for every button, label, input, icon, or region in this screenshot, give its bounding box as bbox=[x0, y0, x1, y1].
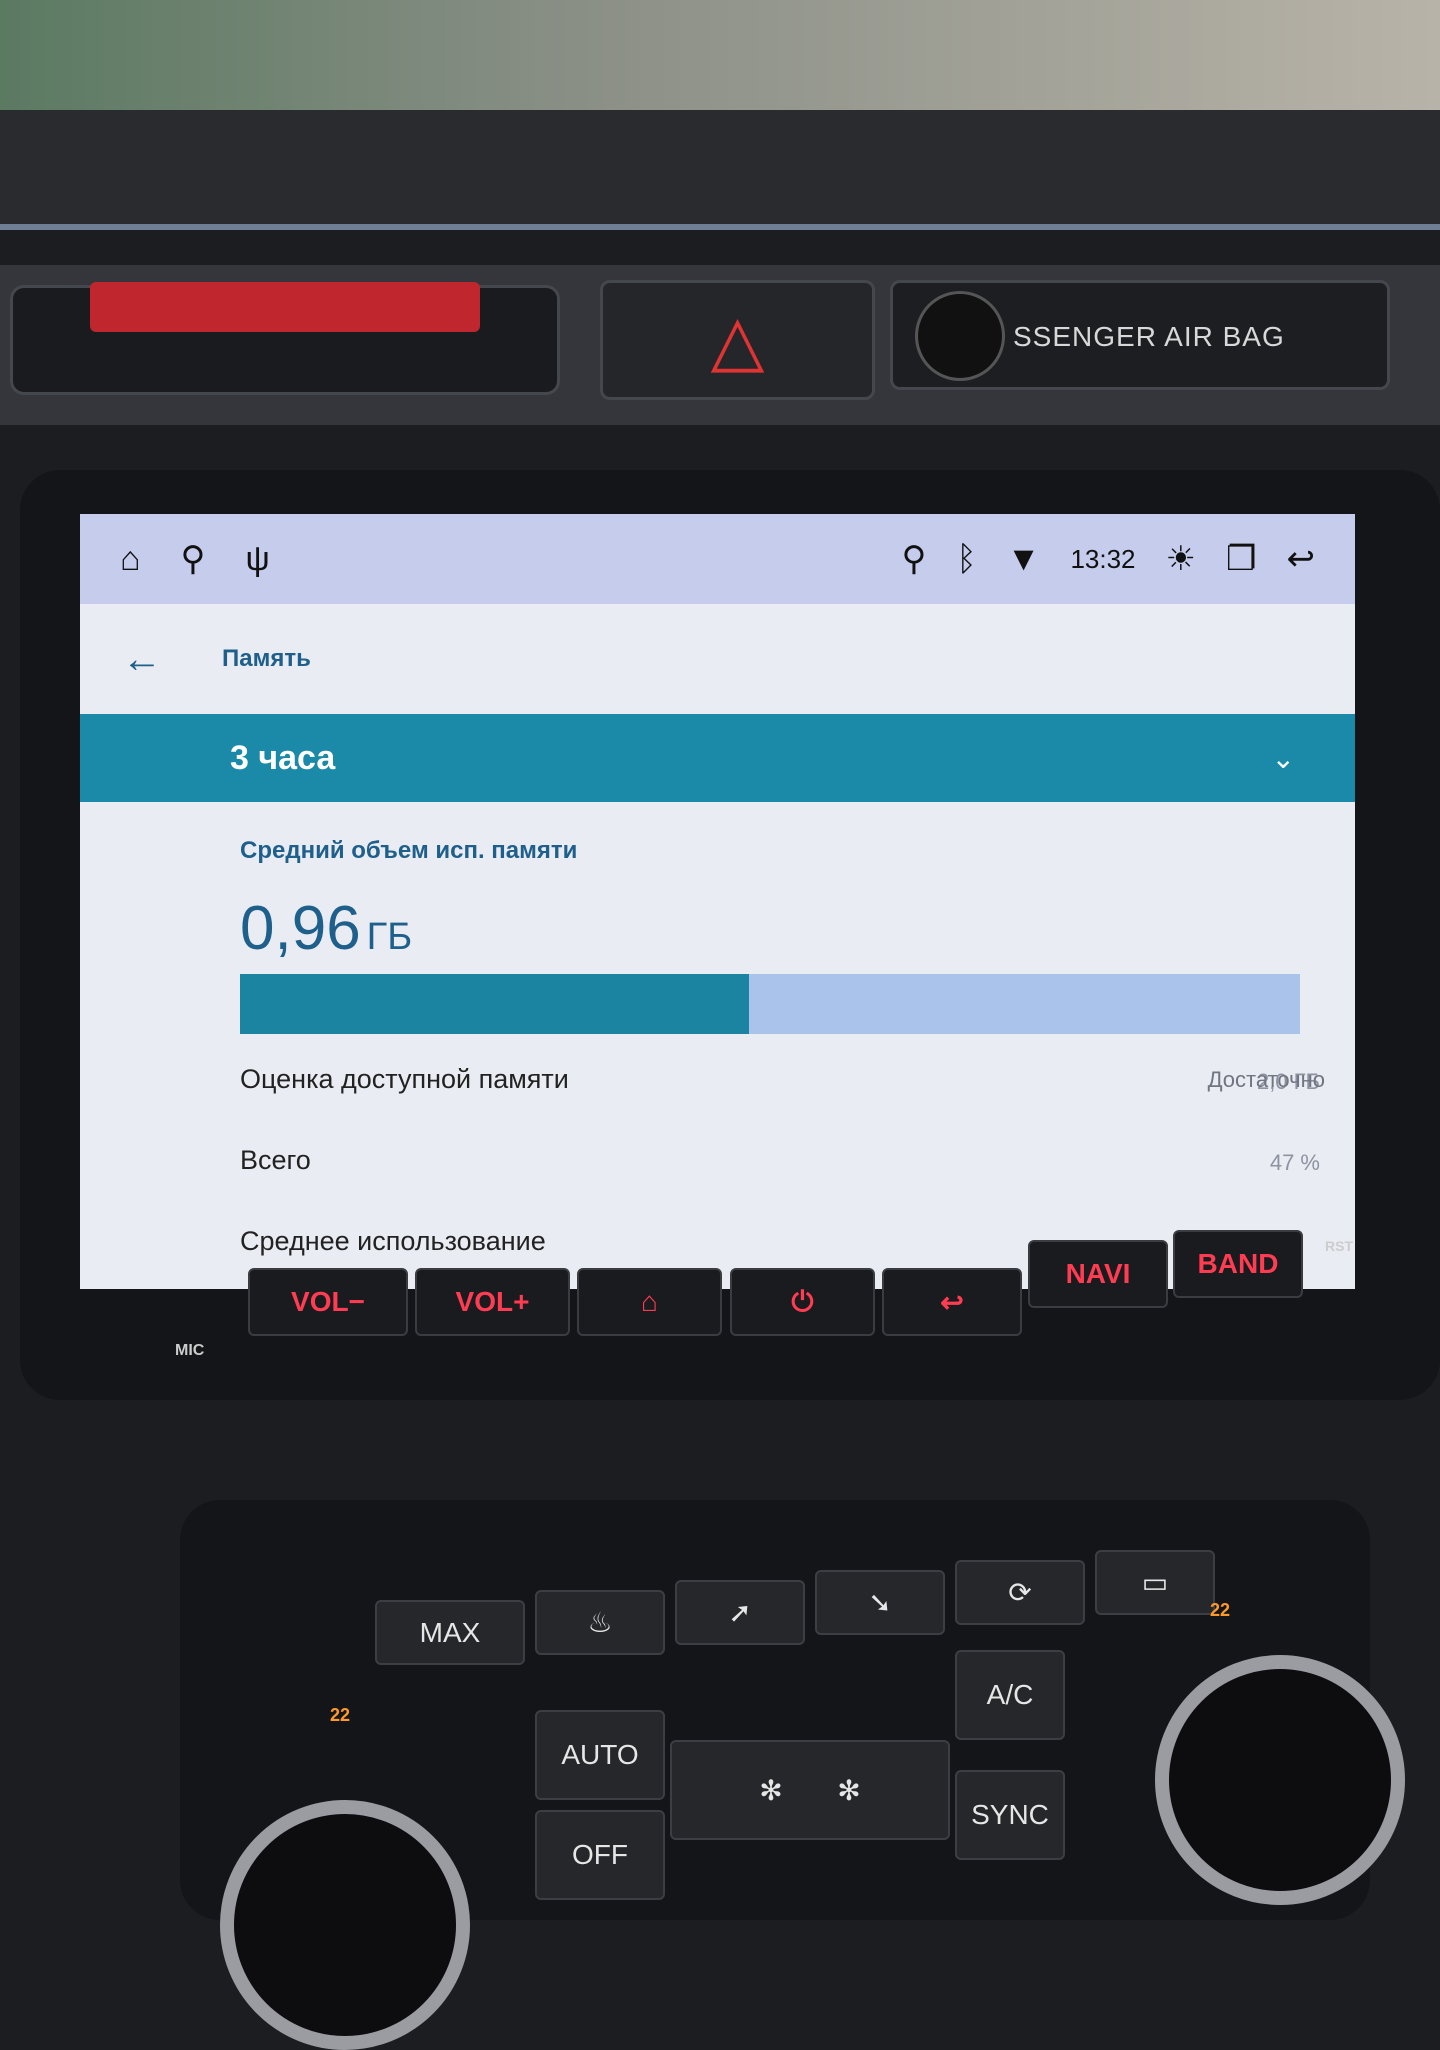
band-button[interactable]: BAND bbox=[1173, 1230, 1303, 1298]
dashboard-top bbox=[0, 110, 1440, 230]
memory-unit: ГБ bbox=[366, 916, 413, 958]
memory-content: Средний объем исп. памяти 0,96 ГБ Достато… bbox=[80, 802, 1355, 1257]
left-temp-dial[interactable] bbox=[220, 1800, 470, 2050]
usb-icon: ψ bbox=[245, 539, 270, 578]
chevron-down-icon: ⌄ bbox=[1271, 742, 1295, 774]
row-label: Оценка доступной памяти bbox=[240, 1064, 569, 1094]
airflow-face-button[interactable]: ➚ bbox=[675, 1580, 805, 1645]
row-value: 47 % bbox=[1269, 1150, 1320, 1175]
bluetooth-icon: ᛒ bbox=[956, 539, 977, 578]
ac-button[interactable]: A/C bbox=[955, 1650, 1065, 1740]
power-icon: ⏻ bbox=[791, 1285, 814, 1317]
off-button[interactable]: OFF bbox=[535, 1810, 665, 1900]
max-defrost-button[interactable]: MAX bbox=[375, 1600, 525, 1665]
clock: 13:32 bbox=[1070, 543, 1136, 574]
vol-down-button[interactable]: VOL− bbox=[248, 1268, 408, 1336]
period-dropdown[interactable]: 3 часа ⌄ bbox=[80, 714, 1355, 802]
head-unit-screen: ⌂ ⚲ ψ ⚲ ᛒ ▼ 13:32 ☀ ❐ ↩ ← Память 3 часа … bbox=[80, 514, 1355, 1289]
location-icon: ⚲ bbox=[180, 540, 206, 578]
back-icon[interactable]: ↩ bbox=[1287, 539, 1316, 579]
memory-number: 0,96 bbox=[240, 894, 361, 963]
fan-speed-button[interactable]: ✻ ✻ bbox=[670, 1740, 950, 1840]
app-bar: ← Память bbox=[80, 604, 1355, 714]
left-temp: 22 bbox=[330, 1705, 351, 1725]
navi-button[interactable]: NAVI bbox=[1028, 1240, 1168, 1308]
hazard-triangle-icon: △ bbox=[710, 301, 765, 379]
hazard-button[interactable]: △ bbox=[600, 280, 875, 400]
outside-view bbox=[0, 0, 1440, 120]
location-icon: ⚲ bbox=[901, 540, 927, 578]
list-item[interactable]: Оценка доступной памяти 2,0 ГБ bbox=[240, 1064, 1320, 1095]
right-temp-dial[interactable] bbox=[1155, 1655, 1405, 1905]
row-label: Всего bbox=[240, 1145, 311, 1175]
back-icon: ↩ bbox=[940, 1286, 964, 1318]
airbag-indicator: SSENGER AIR BAG bbox=[890, 280, 1390, 390]
back-arrow-icon[interactable]: ← bbox=[122, 637, 162, 682]
rear-defrost-button[interactable]: ▭ bbox=[1095, 1550, 1215, 1615]
right-temp: 22 bbox=[1210, 1600, 1231, 1620]
wifi-icon: ▼ bbox=[1006, 539, 1041, 578]
airbag-label: SSENGER AIR BAG bbox=[1013, 321, 1285, 352]
reset-button[interactable]: RST bbox=[1325, 1238, 1353, 1254]
home-icon: ⌂ bbox=[641, 1286, 658, 1317]
airflow-windshield-button[interactable]: ♨ bbox=[535, 1590, 665, 1655]
page-title: Память bbox=[222, 645, 311, 672]
airflow-feet-button[interactable]: ➘ bbox=[815, 1570, 945, 1635]
home-icon[interactable]: ⌂ bbox=[120, 540, 141, 579]
power-button[interactable]: ⏻ bbox=[730, 1268, 875, 1336]
status-bar: ⌂ ⚲ ψ ⚲ ᛒ ▼ 13:32 ☀ ❐ ↩ bbox=[80, 514, 1355, 604]
sync-button[interactable]: SYNC bbox=[955, 1770, 1065, 1860]
memory-usage-fill bbox=[240, 974, 749, 1034]
climate-panel: MAX ♨ ➚ ➘ ⟳ ▭ AUTO OFF ✻ ✻ A/C SYNC 22 2… bbox=[180, 1500, 1405, 2050]
parking-card bbox=[90, 282, 480, 332]
memory-subtitle: Средний объем исп. памяти bbox=[240, 837, 578, 864]
list-item[interactable]: Всего 47 % bbox=[240, 1145, 1320, 1176]
tracker-device bbox=[915, 291, 1005, 381]
back-button[interactable]: ↩ bbox=[882, 1268, 1022, 1336]
memory-value: 0,96 ГБ bbox=[240, 893, 1355, 964]
mic-label: MIC bbox=[175, 1342, 205, 1359]
auto-button[interactable]: AUTO bbox=[535, 1710, 665, 1800]
memory-usage-bar bbox=[240, 974, 1300, 1034]
memory-status: Достаточно bbox=[1207, 1067, 1325, 1092]
period-value: 3 часа bbox=[230, 738, 336, 777]
home-button[interactable]: ⌂ bbox=[577, 1268, 722, 1336]
vol-up-button[interactable]: VOL+ bbox=[415, 1268, 570, 1336]
recent-apps-icon[interactable]: ❐ bbox=[1226, 539, 1256, 579]
recirculation-button[interactable]: ⟳ bbox=[955, 1560, 1085, 1625]
brightness-icon[interactable]: ☀ bbox=[1166, 539, 1196, 579]
row-label: Среднее использование bbox=[240, 1226, 546, 1256]
